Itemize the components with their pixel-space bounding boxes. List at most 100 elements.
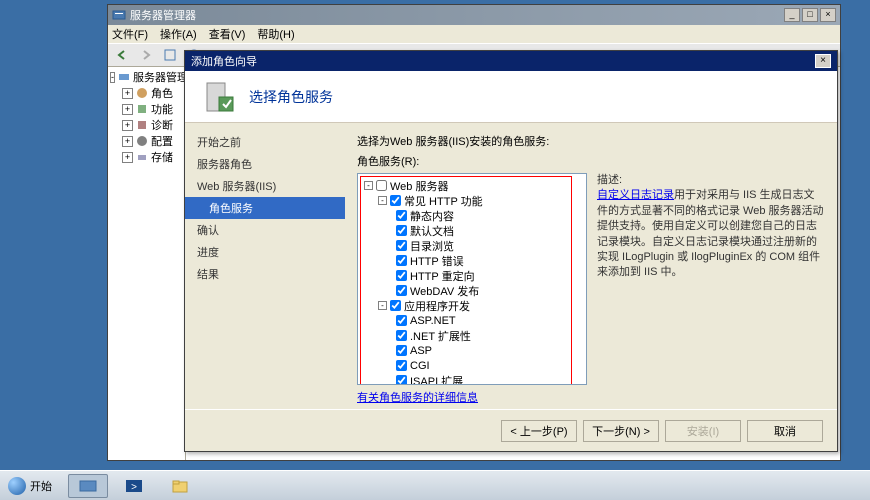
role-default-doc[interactable]: 默认文档 bbox=[360, 223, 584, 238]
role-app-dev[interactable]: -应用程序开发 bbox=[360, 298, 584, 313]
role-net-ext[interactable]: .NET 扩展性 bbox=[360, 328, 584, 343]
checkbox[interactable] bbox=[396, 285, 407, 296]
dialog-main: 选择为Web 服务器(IIS)安装的角色服务: 角色服务(R): -Web 服务… bbox=[345, 123, 837, 409]
features-icon bbox=[135, 102, 149, 116]
dialog-footer: < 上一步(P) 下一步(N) > 安装(I) 取消 bbox=[185, 409, 837, 451]
tree-item-features[interactable]: +功能 bbox=[110, 101, 183, 117]
main-titlebar[interactable]: 服务器管理器 _ □ × bbox=[108, 5, 840, 25]
checkbox[interactable] bbox=[390, 195, 401, 206]
tree-item-roles[interactable]: +角色 bbox=[110, 85, 183, 101]
taskbar-item-explorer[interactable] bbox=[160, 474, 200, 498]
forward-button[interactable] bbox=[136, 45, 156, 65]
refresh-button[interactable] bbox=[160, 45, 180, 65]
storage-icon bbox=[135, 150, 149, 164]
desc-link[interactable]: 自定义日志记录 bbox=[597, 189, 674, 201]
role-common-http[interactable]: -常见 HTTP 功能 bbox=[360, 193, 584, 208]
tree-item-storage[interactable]: +存储 bbox=[110, 149, 183, 165]
diag-icon bbox=[135, 118, 149, 132]
role-isapi-ext[interactable]: ISAPI 扩展 bbox=[360, 373, 584, 385]
role-asp[interactable]: ASP bbox=[360, 343, 584, 358]
checkbox[interactable] bbox=[396, 240, 407, 251]
next-button[interactable]: 下一步(N) > bbox=[583, 420, 659, 442]
checkbox[interactable] bbox=[396, 210, 407, 221]
role-webdav[interactable]: WebDAV 发布 bbox=[360, 283, 584, 298]
step-server-role[interactable]: 服务器角色 bbox=[185, 153, 345, 175]
role-services-tree[interactable]: -Web 服务器 -常见 HTTP 功能 静态内容 默认文档 目录浏览 HTTP… bbox=[357, 173, 587, 385]
back-button[interactable] bbox=[112, 45, 132, 65]
collapse-icon[interactable]: - bbox=[378, 301, 387, 310]
collapse-icon[interactable]: - bbox=[364, 181, 373, 190]
taskbar[interactable]: 开始 > bbox=[0, 470, 870, 500]
prev-button[interactable]: < 上一步(P) bbox=[501, 420, 577, 442]
tree-pane[interactable]: - 服务器管理器 (1( +角色 +功能 +诊断 +配置 +存储 bbox=[108, 67, 186, 460]
close-button[interactable]: × bbox=[820, 8, 836, 22]
role-aspnet[interactable]: ASP.NET bbox=[360, 313, 584, 328]
cancel-button[interactable]: 取消 bbox=[747, 420, 823, 442]
checkbox[interactable] bbox=[396, 225, 407, 236]
server-icon bbox=[117, 70, 131, 84]
expand-icon[interactable]: + bbox=[122, 152, 133, 163]
dialog-header-title: 选择角色服务 bbox=[249, 87, 333, 107]
checkbox[interactable] bbox=[396, 315, 407, 326]
install-button: 安装(I) bbox=[665, 420, 741, 442]
start-label: 开始 bbox=[30, 478, 52, 494]
minimize-button[interactable]: _ bbox=[784, 8, 800, 22]
expand-icon[interactable]: + bbox=[122, 104, 133, 115]
step-confirm[interactable]: 确认 bbox=[185, 219, 345, 241]
maximize-button[interactable]: □ bbox=[802, 8, 818, 22]
desc-title: 描述: bbox=[597, 173, 825, 188]
expand-icon[interactable]: + bbox=[122, 120, 133, 131]
menubar: 文件(F) 操作(A) 查看(V) 帮助(H) bbox=[108, 25, 840, 43]
more-info-link[interactable]: 有关角色服务的详细信息 bbox=[357, 392, 478, 404]
checkbox[interactable] bbox=[396, 345, 407, 356]
checkbox[interactable] bbox=[396, 360, 407, 371]
checkbox[interactable] bbox=[376, 180, 387, 191]
role-http-errors[interactable]: HTTP 错误 bbox=[360, 253, 584, 268]
roles-icon bbox=[135, 86, 149, 100]
role-cgi[interactable]: CGI bbox=[360, 358, 584, 373]
start-button[interactable]: 开始 bbox=[4, 474, 62, 498]
expand-icon[interactable]: + bbox=[122, 88, 133, 99]
step-progress[interactable]: 进度 bbox=[185, 241, 345, 263]
step-before[interactable]: 开始之前 bbox=[185, 131, 345, 153]
server-manager-icon bbox=[112, 8, 126, 22]
windows-orb-icon bbox=[8, 477, 26, 495]
main-title: 服务器管理器 bbox=[130, 7, 784, 23]
role-static-content[interactable]: 静态内容 bbox=[360, 208, 584, 223]
menu-action[interactable]: 操作(A) bbox=[160, 26, 197, 42]
dialog-close-button[interactable]: × bbox=[815, 54, 831, 68]
taskbar-item-powershell[interactable]: > bbox=[114, 474, 154, 498]
checkbox[interactable] bbox=[396, 375, 407, 385]
checkbox[interactable] bbox=[396, 270, 407, 281]
step-web-iis[interactable]: Web 服务器(IIS) bbox=[185, 175, 345, 197]
tree-item-diag[interactable]: +诊断 bbox=[110, 117, 183, 133]
taskbar-item-server-manager[interactable] bbox=[68, 474, 108, 498]
expand-icon[interactable]: + bbox=[122, 136, 133, 147]
dialog-body: 开始之前 服务器角色 Web 服务器(IIS) 角色服务 确认 进度 结果 选择… bbox=[185, 123, 837, 409]
more-info-row: 有关角色服务的详细信息 bbox=[357, 389, 825, 405]
dialog-titlebar[interactable]: 添加角色向导 × bbox=[185, 51, 837, 71]
tree-root-label: 服务器管理器 (1( bbox=[133, 69, 186, 85]
checkbox[interactable] bbox=[396, 255, 407, 266]
tree-item-config[interactable]: +配置 bbox=[110, 133, 183, 149]
window-buttons: _ □ × bbox=[784, 8, 836, 22]
collapse-icon[interactable]: - bbox=[110, 72, 115, 83]
menu-view[interactable]: 查看(V) bbox=[209, 26, 246, 42]
checkbox[interactable] bbox=[390, 300, 401, 311]
step-role-service[interactable]: 角色服务 bbox=[185, 197, 345, 219]
main-instruction: 选择为Web 服务器(IIS)安装的角色服务: bbox=[357, 133, 825, 149]
menu-help[interactable]: 帮助(H) bbox=[257, 26, 294, 42]
step-result[interactable]: 结果 bbox=[185, 263, 345, 285]
desc-body: 自定义日志记录用于对采用与 IIS 生成日志文件的方式显著不同的格式记录 Web… bbox=[597, 188, 825, 280]
menu-file[interactable]: 文件(F) bbox=[112, 26, 148, 42]
role-web-server[interactable]: -Web 服务器 bbox=[360, 178, 584, 193]
wizard-icon bbox=[201, 79, 237, 115]
config-icon bbox=[135, 134, 149, 148]
role-http-redirect[interactable]: HTTP 重定向 bbox=[360, 268, 584, 283]
role-list-label: 角色服务(R): bbox=[357, 153, 825, 169]
collapse-icon[interactable]: - bbox=[378, 196, 387, 205]
checkbox[interactable] bbox=[396, 330, 407, 341]
tree-root[interactable]: - 服务器管理器 (1( bbox=[110, 69, 183, 85]
role-dir-browse[interactable]: 目录浏览 bbox=[360, 238, 584, 253]
svg-text:>: > bbox=[131, 482, 137, 493]
